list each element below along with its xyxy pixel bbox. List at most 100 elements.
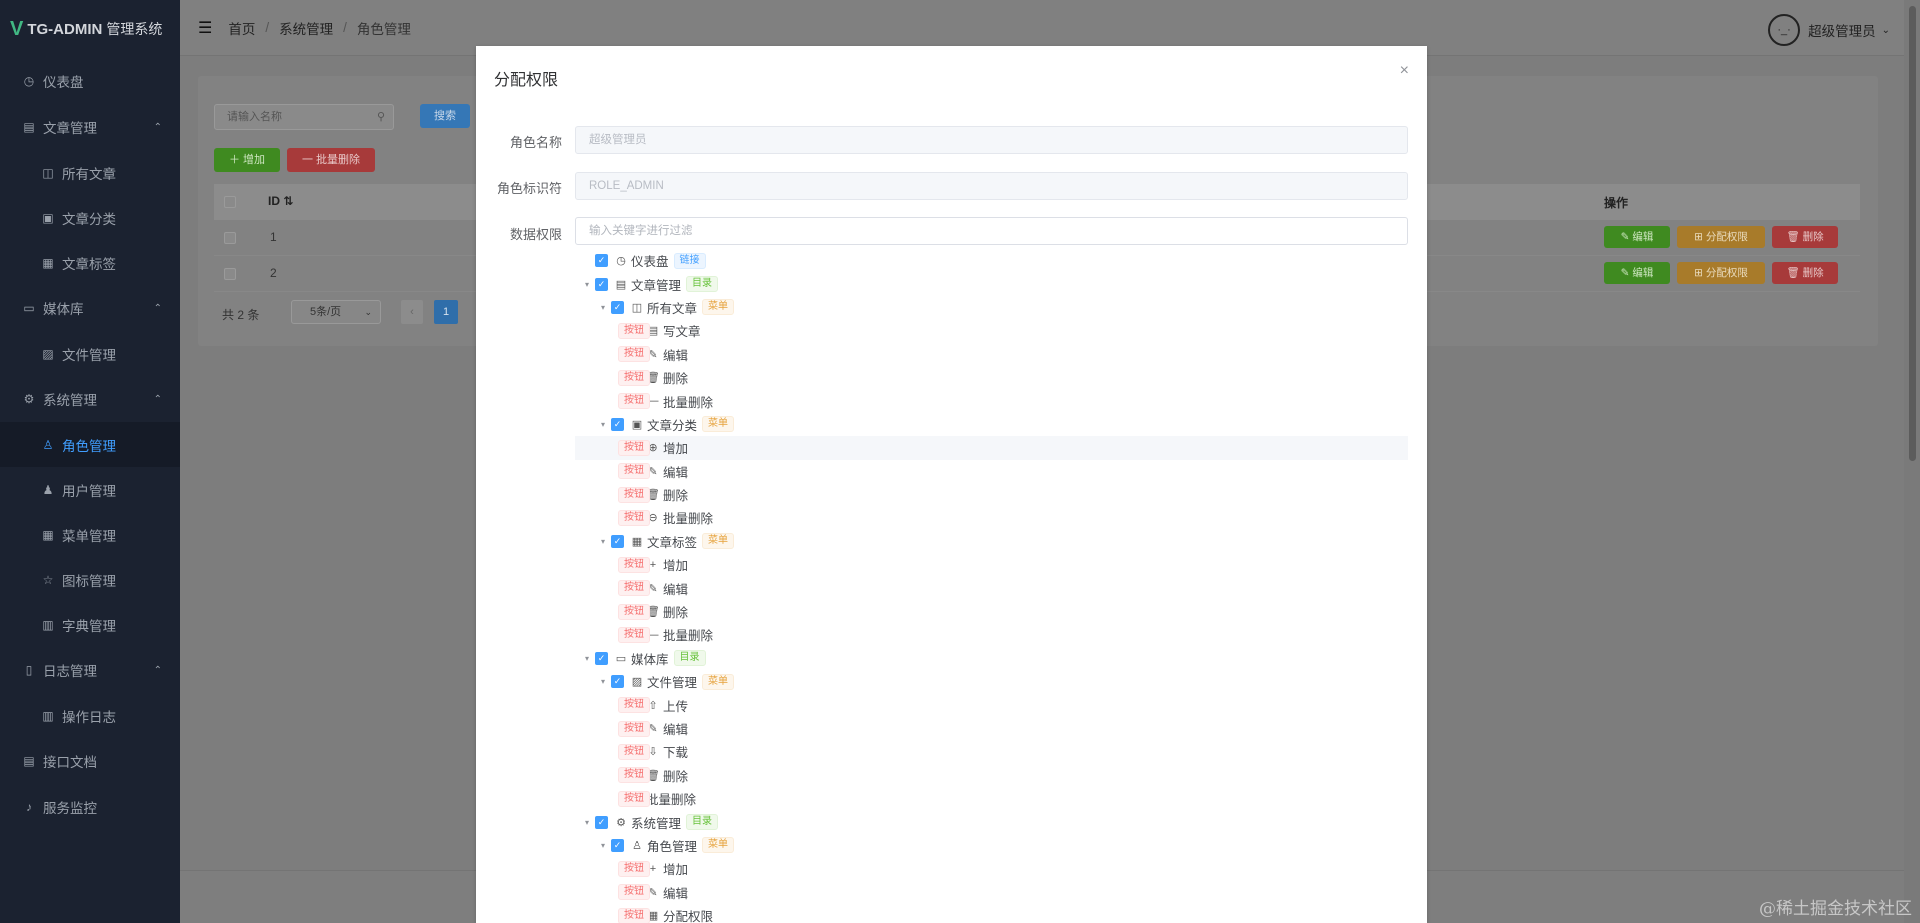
caret-down-icon[interactable]: ▾ <box>597 420 609 429</box>
tree-node[interactable]: ✓🗑删除按钮 <box>575 764 1408 787</box>
tree-node-label: 增加 <box>663 863 689 878</box>
tree-node[interactable]: ✓🗑删除按钮 <box>575 483 1408 506</box>
tree-node[interactable]: ✓✎编辑按钮 <box>575 881 1408 904</box>
sort-icon[interactable]: ⇅ <box>283 194 293 208</box>
caret-down-icon[interactable]: ▾ <box>581 280 593 289</box>
tree-node[interactable]: ✓✎编辑按钮 <box>575 343 1408 366</box>
sidebar-item[interactable]: ▦ 菜单管理 <box>0 512 180 557</box>
sidebar-item[interactable]: ▦ 文章标签 <box>0 240 180 285</box>
document-icon: ▤ <box>615 278 627 291</box>
sidebar-item[interactable]: ♙ 角色管理 <box>0 422 180 467</box>
tree-node[interactable]: ✓ ◷ 仪表盘 链接 <box>575 249 1408 272</box>
tree-node[interactable]: ✓✎编辑按钮 <box>575 460 1408 483</box>
chevron-down-icon[interactable]: ⌄ <box>1882 25 1890 36</box>
node-type-tag: 按钮 <box>618 369 650 386</box>
delete-button[interactable]: 🗑 删除 <box>1772 262 1838 284</box>
edit-button[interactable]: ✎ 编辑 <box>1604 226 1670 248</box>
tree-checkbox[interactable]: ✓ <box>611 675 624 689</box>
page-size-value: 5条/页 <box>310 306 342 318</box>
page-size-select[interactable]: 5条/页 ⌄ <box>291 300 381 324</box>
tree-node[interactable]: ▾ ✓ ▨ 文件管理 菜单 <box>575 670 1408 693</box>
tree-checkbox[interactable]: ✓ <box>595 254 608 268</box>
hamburger-icon[interactable]: ☰ <box>198 18 212 38</box>
sidebar-item[interactable]: ♟ 用户管理 <box>0 467 180 512</box>
sidebar-item[interactable]: ⚙ 系统管理 ⌃ <box>0 376 180 422</box>
tree-checkbox[interactable]: ✓ <box>595 815 608 829</box>
add-button[interactable]: ＋ 增加 <box>214 148 280 172</box>
search-button[interactable]: 搜索 <box>420 104 470 128</box>
assign-permission-button[interactable]: ⊞ 分配权限 <box>1677 226 1765 248</box>
sidebar-item[interactable]: ☆ 图标管理 <box>0 557 180 602</box>
tree-checkbox[interactable]: ✓ <box>595 651 608 665</box>
caret-down-icon[interactable]: ▾ <box>597 841 609 850</box>
column-id[interactable]: ID ⇅ <box>268 194 293 208</box>
tree-filter-input[interactable]: 输入关键字进行过滤 <box>575 217 1408 245</box>
breadcrumb-system[interactable]: 系统管理 <box>279 18 333 38</box>
tree-node[interactable]: ▾ ✓ ⚙ 系统管理 目录 <box>575 810 1408 833</box>
scrollbar-thumb[interactable] <box>1909 6 1916 461</box>
tree-node[interactable]: ▾ ✓ ♙ 角色管理 菜单 <box>575 834 1408 857</box>
sidebar-item-label: 操作日志 <box>62 709 116 725</box>
sidebar-item[interactable]: ♪ 服务监控 <box>0 784 180 830</box>
tree-node[interactable]: ✓+增加按钮 <box>575 553 1408 576</box>
page-scrollbar[interactable] <box>1904 0 1920 923</box>
tree-node[interactable]: ▾ ✓ ▭ 媒体库 目录 <box>575 647 1408 670</box>
sidebar-item[interactable]: ◫ 所有文章 <box>0 150 180 195</box>
tree-node[interactable]: ✓✎编辑按钮 <box>575 576 1408 599</box>
page-number-button[interactable]: 1 <box>434 300 458 324</box>
sidebar-item[interactable]: ▥ 操作日志 <box>0 693 180 738</box>
tree-node[interactable]: ✓▤写文章按钮 <box>575 319 1408 342</box>
tree-node[interactable]: ✓批量删除按钮 <box>575 787 1408 810</box>
user-menu[interactable]: ·_· 超级管理员 ⌄ <box>1768 14 1890 46</box>
search-input[interactable]: 请输入名称 ⚲ <box>214 104 394 130</box>
tree-node[interactable]: ✓⇩下载按钮 <box>575 740 1408 763</box>
sidebar-item[interactable]: ▤ 文章管理 ⌃ <box>0 104 180 150</box>
app-logo[interactable]: V TG-ADMIN 管理系统 <box>0 0 180 58</box>
tree-checkbox[interactable]: ✓ <box>611 534 624 548</box>
close-icon[interactable]: × <box>1400 62 1409 80</box>
prev-page-button[interactable]: ‹ <box>401 300 423 324</box>
caret-down-icon[interactable]: ▾ <box>597 537 609 546</box>
edit-button[interactable]: ✎ 编辑 <box>1604 262 1670 284</box>
user-name[interactable]: 超级管理员 <box>1808 20 1876 40</box>
sidebar-item[interactable]: ▨ 文件管理 <box>0 331 180 376</box>
batch-delete-button[interactable]: 一 批量删除 <box>287 148 375 172</box>
sidebar-item[interactable]: ▯ 日志管理 ⌃ <box>0 647 180 693</box>
assign-permission-button[interactable]: ⊞ 分配权限 <box>1677 262 1765 284</box>
document-icon: ▤ <box>23 120 35 134</box>
tree-node[interactable]: ✓⊕增加按钮 <box>575 436 1408 460</box>
tree-node[interactable]: ✓⊖批量删除按钮 <box>575 506 1408 529</box>
tree-node[interactable]: ✓+增加按钮 <box>575 857 1408 880</box>
tree-checkbox[interactable]: ✓ <box>611 300 624 314</box>
row-checkbox[interactable] <box>224 232 236 244</box>
tree-node[interactable]: ✓▦分配权限按钮 <box>575 904 1408 923</box>
caret-down-icon[interactable]: ▾ <box>597 677 609 686</box>
row-checkbox[interactable] <box>224 268 236 280</box>
tree-checkbox[interactable]: ✓ <box>611 417 624 431</box>
tree-node[interactable]: ✓✎编辑按钮 <box>575 717 1408 740</box>
caret-down-icon[interactable]: ▾ <box>597 303 609 312</box>
select-all-checkbox[interactable] <box>224 196 236 208</box>
breadcrumb-separator: / <box>343 20 347 35</box>
caret-down-icon[interactable]: ▾ <box>581 654 593 663</box>
tree-node[interactable]: ✓—批量删除按钮 <box>575 389 1408 412</box>
breadcrumb-home[interactable]: 首页 <box>228 18 255 38</box>
sidebar-item[interactable]: ◷ 仪表盘 <box>0 58 180 104</box>
tree-node[interactable]: ✓🗑删除按钮 <box>575 600 1408 623</box>
sidebar-item[interactable]: ▣ 文章分类 <box>0 195 180 240</box>
tree-node[interactable]: ✓—批量删除按钮 <box>575 623 1408 646</box>
tree-node[interactable]: ▾ ✓ ◫ 所有文章 菜单 <box>575 296 1408 319</box>
sidebar-item[interactable]: ▥ 字典管理 <box>0 602 180 647</box>
tree-node[interactable]: ▾ ✓ ▤ 文章管理 目录 <box>575 272 1408 295</box>
tree-node[interactable]: ✓🗑删除按钮 <box>575 366 1408 389</box>
tree-checkbox[interactable]: ✓ <box>611 838 624 852</box>
sidebar-item[interactable]: ▭ 媒体库 ⌃ <box>0 285 180 331</box>
avatar[interactable]: ·_· <box>1768 14 1801 46</box>
tree-node[interactable]: ▾ ✓ ▣ 文章分类 菜单 <box>575 413 1408 436</box>
delete-button[interactable]: 🗑 删除 <box>1772 226 1838 248</box>
tree-checkbox[interactable]: ✓ <box>595 277 608 291</box>
tree-node[interactable]: ✓⇧上传按钮 <box>575 693 1408 716</box>
tree-node[interactable]: ▾ ✓ ▦ 文章标签 菜单 <box>575 530 1408 553</box>
caret-down-icon[interactable]: ▾ <box>581 818 593 827</box>
sidebar-item[interactable]: ▤ 接口文档 <box>0 738 180 784</box>
